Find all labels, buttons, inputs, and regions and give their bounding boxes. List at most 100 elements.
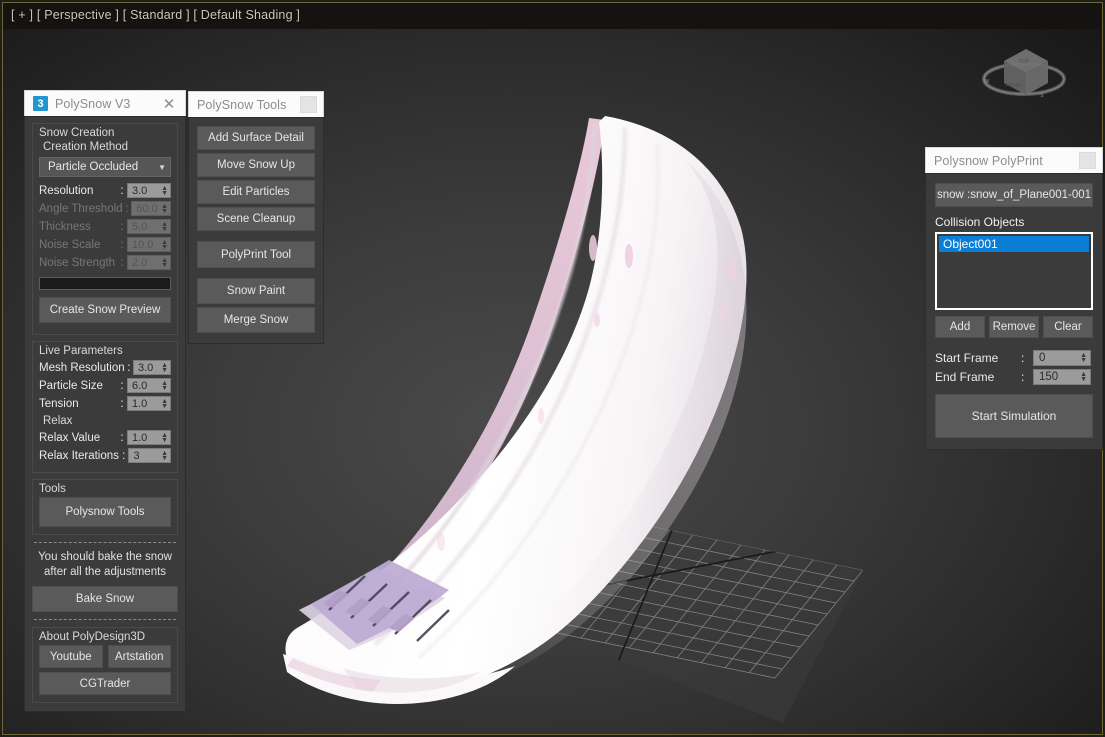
param-label: Start Frame — [935, 350, 999, 365]
collision-objects-list[interactable]: Object001 — [935, 232, 1093, 310]
tools-body: Add Surface Detail Move Snow Up Edit Par… — [188, 117, 324, 344]
start-frame-spinner[interactable]: 0 ▲ ▼ — [1033, 349, 1091, 366]
remove-button[interactable]: Remove — [989, 316, 1039, 338]
divider-bake — [34, 542, 176, 543]
start-simulation-button[interactable]: Start Simulation — [935, 394, 1093, 438]
spinner-arrows-icon[interactable]: ▲ ▼ — [1080, 371, 1087, 383]
creation-method-label: Creation Method — [43, 141, 129, 153]
bake-snow-button[interactable]: Bake Snow — [32, 586, 178, 612]
polysnow-titlebar[interactable]: 3 PolySnow V3 ✕ — [24, 90, 186, 116]
param-row-resolution: Resolution : 3.0 ▲ ▼ — [39, 182, 171, 199]
param-value: 3.0 — [132, 184, 148, 197]
param-colon: : — [120, 238, 124, 251]
create-snow-preview-button[interactable]: Create Snow Preview — [39, 297, 171, 323]
param-value: 60.0 — [136, 202, 158, 215]
add-surface-detail-button[interactable]: Add Surface Detail — [197, 126, 315, 150]
param-row-relax-value: Relax Value : 1.0 ▲ ▼ — [39, 429, 171, 446]
merge-snow-button[interactable]: Merge Snow — [197, 307, 315, 333]
snow-object-field[interactable]: snow :snow_of_Plane001-001 — [935, 183, 1093, 207]
clear-button[interactable]: Clear — [1043, 316, 1093, 338]
tools-title: Tools — [39, 483, 66, 495]
param-value: 3.0 — [137, 361, 154, 374]
polyprint-titlebar[interactable]: Polysnow PolyPrint — [925, 147, 1103, 173]
param-label: Noise Strength — [39, 256, 116, 269]
panel-menu-icon[interactable] — [300, 96, 317, 113]
tools-group: Tools Polysnow Tools — [32, 479, 178, 535]
spinner-arrows-icon: ▲ ▼ — [161, 220, 168, 233]
param-value: 150 — [1039, 370, 1059, 383]
param-colon: : — [120, 256, 124, 269]
param-row-relax-iterations: Relax Iterations : 3 ▲ ▼ — [39, 447, 171, 464]
resolution-spinner[interactable]: 3.0 ▲ ▼ — [127, 183, 171, 198]
spinner-arrows-icon[interactable]: ▲ ▼ — [161, 380, 168, 392]
spinner-arrows-icon[interactable]: ▲ ▼ — [161, 398, 168, 410]
polysnow-v3-panel: 3 PolySnow V3 ✕ Snow Creation Creation M… — [24, 90, 186, 712]
noise-strength-spinner: 2.0 ▲ ▼ — [127, 255, 171, 270]
relax-value-spinner[interactable]: 1.0 ▲ ▼ — [127, 430, 171, 445]
relax-label: Relax — [43, 415, 73, 427]
param-row-tension: Tension : 1.0 ▲ ▼ — [39, 395, 171, 412]
spinner-arrows-icon: ▲ ▼ — [161, 202, 168, 215]
about-link-row: Youtube Artstation — [39, 645, 171, 668]
viewport-label[interactable]: [ + ] [ Perspective ] [ Standard ] [ Def… — [11, 8, 300, 22]
particle-size-spinner[interactable]: 6.0 ▲ ▼ — [127, 378, 171, 393]
param-value: 1.0 — [132, 397, 148, 410]
end-frame-spinner[interactable]: 150 ▲ ▼ — [1033, 368, 1091, 385]
artstation-button[interactable]: Artstation — [107, 645, 171, 668]
spinner-arrows-icon[interactable]: ▲ ▼ — [161, 362, 168, 374]
param-label: Thickness — [39, 220, 91, 233]
param-label: Tension — [39, 397, 79, 410]
tools-titlebar[interactable]: PolySnow Tools — [188, 91, 324, 117]
tension-spinner[interactable]: 1.0 ▲ ▼ — [127, 396, 171, 411]
close-icon[interactable]: ✕ — [159, 94, 179, 114]
spinner-arrows-icon[interactable]: ▲ ▼ — [161, 432, 168, 444]
list-item[interactable]: Object001 — [939, 236, 1089, 252]
snow-mesh-object[interactable] — [253, 98, 823, 708]
move-snow-up-button[interactable]: Move Snow Up — [197, 153, 315, 177]
polyprint-body: snow :snow_of_Plane001-001 Collision Obj… — [925, 173, 1103, 450]
cgtrader-button[interactable]: CGTrader — [39, 672, 171, 695]
param-row-start-frame: Start Frame : 0 ▲ ▼ — [935, 349, 1093, 366]
view-cube-icon[interactable]: TOP FRONT W S — [974, 21, 1074, 113]
snow-paint-button[interactable]: Snow Paint — [197, 278, 315, 304]
param-value: 6.0 — [132, 379, 148, 392]
polyprint-tool-button[interactable]: PolyPrint Tool — [197, 241, 315, 268]
param-row-noise-scale: Noise Scale : 10.0 ▲ ▼ — [39, 236, 171, 253]
panel-menu-icon[interactable] — [1079, 152, 1096, 169]
collision-objects-label: Collision Objects — [935, 215, 1025, 229]
polysnow-tools-button[interactable]: Polysnow Tools — [39, 497, 171, 527]
param-value: 0 — [1039, 351, 1046, 364]
max3-logo-icon: 3 — [33, 96, 48, 111]
scene-cleanup-button[interactable]: Scene Cleanup — [197, 207, 315, 231]
spinner-arrows-icon[interactable]: ▲ ▼ — [161, 185, 168, 197]
noise-scale-spinner: 10.0 ▲ ▼ — [127, 237, 171, 252]
divider-about — [34, 619, 176, 620]
creation-method-dropdown[interactable]: Particle Occluded ▼ — [39, 157, 171, 177]
mesh-resolution-spinner[interactable]: 3.0 ▲ ▼ — [132, 360, 171, 375]
about-title: About PolyDesign3D — [39, 631, 146, 643]
param-label: Relax Iterations — [39, 449, 119, 462]
spinner-arrows-icon[interactable]: ▲ ▼ — [1080, 352, 1087, 364]
snow-creation-group: Snow Creation Creation Method Particle O… — [32, 123, 178, 335]
add-button[interactable]: Add — [935, 316, 985, 338]
param-label: Angle Threshold — [39, 202, 123, 215]
param-row-particle-size: Particle Size : 6.0 ▲ ▼ — [39, 377, 171, 394]
param-colon: : — [120, 431, 124, 444]
param-label: End Frame — [935, 369, 995, 384]
param-value: 5.0 — [132, 220, 148, 233]
param-label: Mesh Resolution — [39, 361, 125, 374]
spinner-arrows-icon[interactable]: ▲ ▼ — [161, 450, 168, 462]
youtube-button[interactable]: Youtube — [39, 645, 103, 668]
application-window: [ + ] [ Perspective ] [ Standard ] [ Def… — [0, 0, 1105, 737]
param-colon: : — [1021, 369, 1025, 384]
creation-method-value: Particle Occluded — [48, 161, 139, 173]
param-value: 3 — [133, 449, 140, 462]
param-colon: : — [122, 449, 126, 462]
param-colon: : — [120, 397, 124, 410]
svg-text:TOP: TOP — [1019, 59, 1030, 65]
edit-particles-button[interactable]: Edit Particles — [197, 180, 315, 204]
relax-iterations-spinner[interactable]: 3 ▲ ▼ — [128, 448, 171, 463]
polysnow-body: Snow Creation Creation Method Particle O… — [24, 116, 186, 712]
param-row-end-frame: End Frame : 150 ▲ ▼ — [935, 368, 1093, 385]
